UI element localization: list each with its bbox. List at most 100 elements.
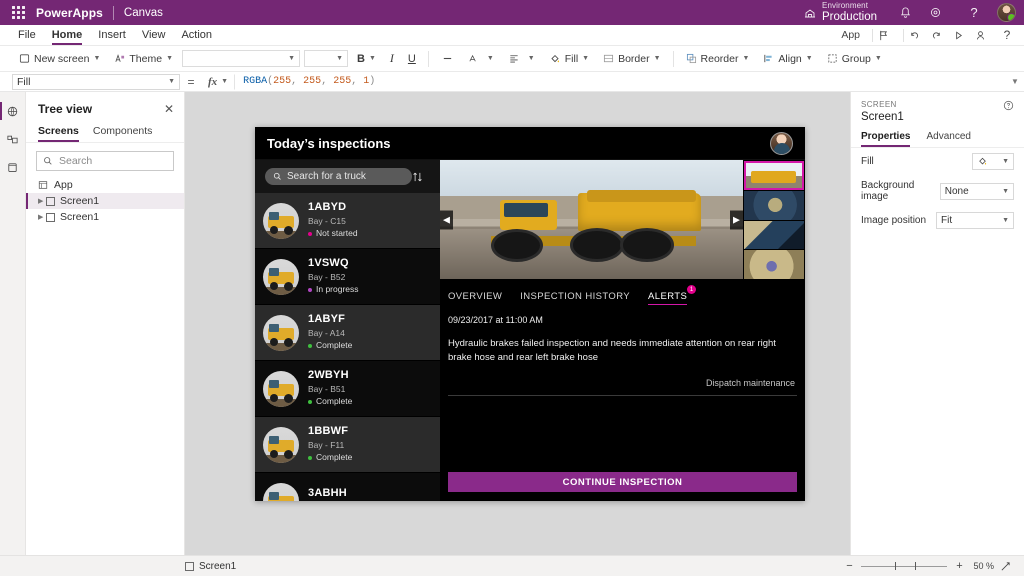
new-screen-button[interactable]: New screen ▼ — [12, 49, 107, 69]
tab-advanced[interactable]: Advanced — [926, 131, 970, 147]
chevron-down-icon: ▼ — [805, 55, 813, 62]
selected-kind-label: SCREEN — [861, 100, 897, 109]
help-question-icon[interactable]: ? — [959, 5, 989, 20]
list-item[interactable]: 1BBWF Bay - F11 Complete — [255, 417, 440, 473]
left-rail — [0, 92, 26, 555]
design-canvas[interactable]: Today’s inspections Search for a truck 1… — [185, 92, 850, 555]
undo-icon[interactable] — [908, 29, 930, 42]
chevron-right-icon[interactable]: ▶ — [730, 210, 743, 229]
chevron-right-icon[interactable]: ▶ — [38, 197, 46, 205]
redo-icon[interactable] — [930, 29, 952, 42]
tab-inspection-history[interactable]: INSPECTION HISTORY — [520, 291, 630, 305]
thumbnail-dump-truck-photo[interactable] — [744, 161, 804, 190]
settings-gear-icon[interactable] — [929, 6, 959, 19]
align-button[interactable]: Align ▼ — [756, 49, 819, 69]
fit-screen-icon[interactable] — [1000, 561, 1016, 572]
truck-search-input[interactable]: Search for a truck — [265, 168, 412, 185]
font-color-button[interactable]: ▼ — [461, 49, 501, 69]
property-selector[interactable]: Fill ▼ — [12, 73, 180, 90]
menu-item-view[interactable]: View — [134, 25, 174, 45]
menu-item-action[interactable]: Action — [173, 25, 220, 45]
font-size-select[interactable]: ▼ — [304, 50, 349, 67]
app-settings-button[interactable]: App — [833, 29, 868, 41]
border-button[interactable]: Border ▼ — [596, 49, 667, 69]
hero-photo-dump-truck[interactable]: ◀ ▶ — [440, 160, 743, 279]
list-item[interactable]: 1ABYD Bay - C15 Not started — [255, 193, 440, 249]
tab-alerts[interactable]: ALERTS 1 — [648, 285, 697, 305]
list-item[interactable]: 3ABHH Bay - B09 — [255, 473, 440, 501]
tab-properties[interactable]: Properties — [861, 131, 911, 147]
sort-arrows-icon[interactable] — [412, 171, 432, 183]
share-person-icon[interactable] — [974, 29, 996, 42]
properties-panel: SCREEN Screen1 Properties Advanced Fill … — [850, 92, 1024, 555]
list-item[interactable]: 2WBYH Bay - B51 Complete — [255, 361, 440, 417]
tab-overview[interactable]: OVERVIEW — [448, 291, 502, 305]
tree-node-screen1-second[interactable]: ▶ Screen1 — [26, 209, 184, 225]
continue-inspection-button[interactable]: CONTINUE INSPECTION — [448, 472, 797, 492]
rail-data-sources-icon[interactable] — [0, 126, 26, 152]
rail-media-icon[interactable] — [0, 154, 26, 180]
dispatch-maintenance-link[interactable]: Dispatch maintenance — [706, 378, 795, 389]
tab-screens[interactable]: Screens — [38, 122, 79, 142]
fx-label: fx — [208, 75, 218, 88]
font-color-icon — [468, 53, 479, 64]
formula-arg-2: 255 — [303, 76, 322, 87]
thumbnail-hose-fitting-photo[interactable] — [744, 250, 804, 279]
tree-node-screen1-selected[interactable]: ▶ Screen1 — [26, 193, 184, 209]
play-preview-icon[interactable] — [952, 29, 974, 42]
tree-search-input[interactable]: Search — [36, 151, 174, 171]
environment-value: Production — [822, 10, 877, 23]
align-label: Align — [778, 52, 802, 65]
list-item[interactable]: 1ABYF Bay - A14 Complete — [255, 305, 440, 361]
truck-bay: Bay - C15 — [308, 216, 346, 227]
user-avatar[interactable] — [770, 131, 793, 155]
account-avatar[interactable] — [997, 3, 1016, 22]
fill-button[interactable]: Fill ▼ — [542, 49, 596, 69]
formula-expand-icon[interactable]: ▼ — [1006, 77, 1024, 86]
thumbnail-wheel-hub-photo[interactable] — [744, 190, 804, 220]
fx-button[interactable]: fx ▼ — [202, 76, 234, 88]
tab-alerts-label: ALERTS — [648, 291, 688, 302]
detail-spacer — [440, 396, 805, 472]
strikethrough-button[interactable] — [434, 49, 461, 69]
list-item[interactable]: 1VSWQ Bay - B52 In progress — [255, 249, 440, 305]
properties-header: SCREEN Screen1 — [851, 92, 1024, 127]
thumbnail-brake-line-photo[interactable] — [744, 220, 804, 250]
chevron-down-icon: ▼ — [742, 55, 750, 62]
chevron-left-icon[interactable]: ◀ — [440, 210, 453, 229]
close-icon[interactable]: ✕ — [162, 102, 176, 116]
checker-flag-icon[interactable] — [877, 29, 899, 42]
theme-button[interactable]: Theme ▼ — [107, 49, 180, 69]
rail-tree-view-icon[interactable] — [0, 98, 26, 124]
truck-list[interactable]: 1ABYD Bay - C15 Not started 1VSWQ Bay - … — [255, 193, 440, 501]
help-question-icon-menubar[interactable]: ? — [996, 28, 1018, 42]
menu-item-home[interactable]: Home — [44, 25, 91, 45]
underline-button[interactable]: U — [401, 49, 423, 69]
fill-color-picker[interactable]: ▼ — [972, 153, 1014, 170]
bell-icon[interactable] — [899, 6, 929, 19]
reorder-button[interactable]: Reorder ▼ — [679, 49, 757, 69]
font-family-select[interactable]: ▼ — [182, 50, 301, 67]
environment-picker[interactable]: Environment Production — [804, 1, 877, 23]
app-launcher-icon[interactable] — [10, 5, 26, 21]
tab-components[interactable]: Components — [93, 122, 153, 142]
tree-node-app[interactable]: App — [26, 177, 184, 193]
formula-input[interactable]: RGBA(255, 255, 255, 1) — [234, 73, 1006, 90]
background-image-select[interactable]: None ▼ — [939, 182, 1014, 200]
menu-item-file[interactable]: File — [10, 25, 44, 45]
chevron-down-icon: ▼ — [221, 78, 229, 85]
group-button[interactable]: Group ▼ — [820, 49, 889, 69]
status-badge: 1 — [687, 285, 697, 294]
chevron-right-icon[interactable]: ▶ — [38, 213, 46, 221]
image-position-select[interactable]: Fit ▼ — [936, 212, 1014, 229]
align-text-button[interactable]: ▼ — [501, 49, 542, 69]
italic-button[interactable]: I — [383, 49, 401, 69]
zoom-slider[interactable] — [861, 561, 948, 571]
status-selection[interactable]: Screen1 — [185, 561, 236, 572]
app-preview-screen[interactable]: Today’s inspections Search for a truck 1… — [255, 127, 805, 501]
zoom-in-button[interactable]: + — [951, 560, 967, 572]
bold-button[interactable]: B ▼ — [350, 49, 383, 69]
help-circle-icon[interactable] — [1003, 100, 1014, 111]
zoom-out-button[interactable]: − — [841, 560, 857, 572]
menu-item-insert[interactable]: Insert — [90, 25, 134, 45]
